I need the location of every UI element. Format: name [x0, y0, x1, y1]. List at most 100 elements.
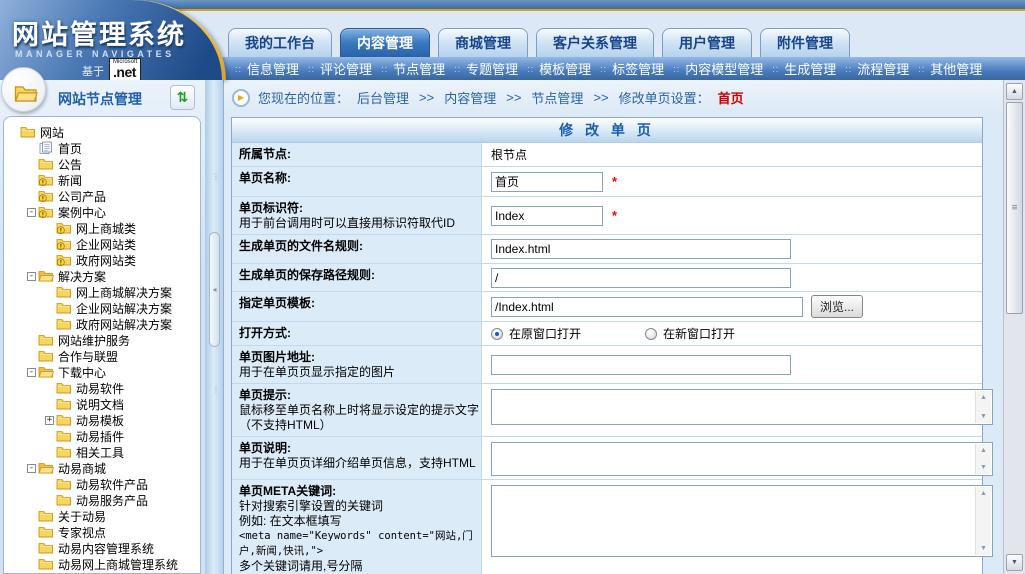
tree-item[interactable]: 政府网站解决方案	[4, 316, 200, 332]
tree-item-label: 下载中心	[58, 364, 106, 381]
tree-item[interactable]: 首页	[4, 140, 200, 156]
tree-item-label: 网上商城解决方案	[76, 284, 172, 301]
tab-item[interactable]: 商城管理	[438, 28, 528, 57]
expand-box[interactable]: +	[43, 416, 56, 425]
tree-item[interactable]: 说明文档	[4, 396, 200, 412]
vertical-scrollbar[interactable]: ▲ ≡ ▼	[1003, 80, 1025, 574]
form-row: 打开方式: 在原窗口打开 在新窗口打开	[232, 322, 982, 346]
expand-box[interactable]: -	[25, 272, 38, 281]
submenu-item[interactable]: 节点管理	[393, 59, 445, 78]
textarea-input[interactable]: ▲▼	[491, 442, 993, 476]
tab-item[interactable]: 客户关系管理	[536, 28, 654, 57]
submenu-separator-icon: ::	[845, 64, 852, 74]
folder-icon	[38, 509, 54, 523]
tree-item[interactable]: 公告	[4, 156, 200, 172]
browse-button[interactable]: 浏览...	[811, 295, 863, 318]
tree-item[interactable]: 政府网站类	[4, 252, 200, 268]
tree-item[interactable]: 动易服务产品	[4, 492, 200, 508]
tree-item-label: 动易商城	[58, 460, 106, 477]
text-input[interactable]	[491, 355, 791, 375]
tree-item[interactable]: 动易软件	[4, 380, 200, 396]
field-hint: 针对搜索引擎设置的关键词	[239, 499, 479, 514]
text-input[interactable]	[491, 206, 603, 226]
submenu-item[interactable]: 内容模型管理	[685, 59, 763, 78]
folder-alert-icon	[56, 253, 72, 267]
text-input[interactable]	[491, 172, 603, 192]
tree-item-label: 网站	[40, 124, 64, 141]
radio-unselected-icon[interactable]	[645, 328, 657, 340]
submenu-item[interactable]: 流程管理	[857, 59, 909, 78]
breadcrumb-link[interactable]: 节点管理	[531, 88, 583, 107]
tree-item[interactable]: 网站	[4, 124, 200, 140]
folder-icon	[38, 333, 54, 347]
radio-selected-icon[interactable]	[491, 328, 503, 340]
tree-item[interactable]: 相关工具	[4, 444, 200, 460]
tree-item[interactable]: -案例中心	[4, 204, 200, 220]
submenu-item[interactable]: 标签管理	[612, 59, 664, 78]
tree-item[interactable]: 关于动易	[4, 508, 200, 524]
tree-item[interactable]: 新闻	[4, 172, 200, 188]
tree-item[interactable]: 动易软件产品	[4, 476, 200, 492]
tree-item-label: 公司产品	[58, 188, 106, 205]
tree-item[interactable]: -解决方案	[4, 268, 200, 284]
tree-item[interactable]: 专家视点	[4, 524, 200, 540]
tree-item-label: 网上商城类	[76, 220, 136, 237]
breadcrumb-link[interactable]: 内容管理	[444, 88, 496, 107]
submenu-item[interactable]: 专题管理	[466, 59, 518, 78]
tree-item-label: 专家视点	[58, 524, 106, 541]
tree-item[interactable]: 公司产品	[4, 188, 200, 204]
tree-item[interactable]: 动易网上商城管理系统	[4, 556, 200, 572]
tree-item[interactable]: - 动易商城	[4, 460, 200, 476]
textarea-scrollbar[interactable]: ▲▼	[975, 487, 991, 555]
text-input[interactable]	[491, 297, 803, 317]
tree-item[interactable]: 网站维护服务	[4, 332, 200, 348]
tree-item[interactable]: 企业网站解决方案	[4, 300, 200, 316]
tree-item[interactable]: 企业网站类	[4, 236, 200, 252]
scroll-thumb[interactable]: ≡	[1006, 102, 1023, 314]
tab-item[interactable]: 用户管理	[662, 28, 752, 57]
folder-alert-icon	[56, 221, 72, 235]
tree-item[interactable]: - 下载中心	[4, 364, 200, 380]
breadcrumb-link[interactable]: 后台管理	[357, 88, 409, 107]
tree-item[interactable]: 网上商城解决方案	[4, 284, 200, 300]
text-input[interactable]	[491, 239, 791, 259]
scroll-down-icon: ▼	[1011, 559, 1018, 566]
textarea-input[interactable]: ▲▼	[491, 389, 993, 425]
expand-box[interactable]: -	[25, 208, 38, 217]
tree-item-label: 动易插件	[76, 428, 124, 445]
submenu-item[interactable]: 生成管理	[784, 59, 836, 78]
textarea-input[interactable]: ▲▼	[491, 485, 993, 557]
tree-item[interactable]: 动易插件	[4, 428, 200, 444]
field-label-cell: 生成单页的文件名规则:	[232, 235, 482, 263]
submenu-item[interactable]: 其他管理	[930, 59, 982, 78]
tree-item[interactable]: 网上商城类	[4, 220, 200, 236]
submenu-item[interactable]: 信息管理	[247, 59, 299, 78]
splitter-collapse-handle[interactable]: ◂	[209, 232, 220, 347]
text-input[interactable]	[491, 268, 791, 288]
splitter-dots: ⋮	[212, 175, 218, 179]
scroll-up-button[interactable]: ▲	[1006, 83, 1023, 100]
tab-item[interactable]: 我的工作台	[228, 28, 332, 57]
textarea-scrollbar[interactable]: ▲▼	[975, 444, 991, 474]
tab-active[interactable]: 内容管理	[340, 28, 430, 57]
expand-box[interactable]: -	[25, 464, 38, 473]
tree-item[interactable]: 合作与联盟	[4, 348, 200, 364]
expand-box[interactable]: -	[25, 368, 38, 377]
tab-item[interactable]: 附件管理	[760, 28, 850, 57]
refresh-button[interactable]: ⇅	[170, 85, 195, 110]
field-value-cell	[482, 264, 982, 291]
tree-item[interactable]: 动易内容管理系统	[4, 540, 200, 556]
tree-item[interactable]: +动易模板	[4, 412, 200, 428]
folder-icon	[56, 477, 72, 491]
textarea-scrollbar[interactable]: ▲▼	[975, 391, 991, 423]
field-label: 单页图片地址:	[239, 350, 479, 365]
scroll-down-button[interactable]: ▼	[1006, 554, 1023, 571]
submenu-item[interactable]: 评论管理	[320, 59, 372, 78]
field-label-cell: 打开方式:	[232, 322, 482, 345]
field-label-cell: 单页说明:用于在单页页详细介绍单页信息，支持HTML	[232, 437, 482, 479]
radio-option[interactable]: 在原窗口打开	[491, 325, 581, 342]
breadcrumb-current: 首页	[718, 88, 744, 107]
radio-option[interactable]: 在新窗口打开	[645, 325, 735, 342]
tree-item-label: 动易软件产品	[76, 476, 148, 493]
submenu-item[interactable]: 模板管理	[539, 59, 591, 78]
